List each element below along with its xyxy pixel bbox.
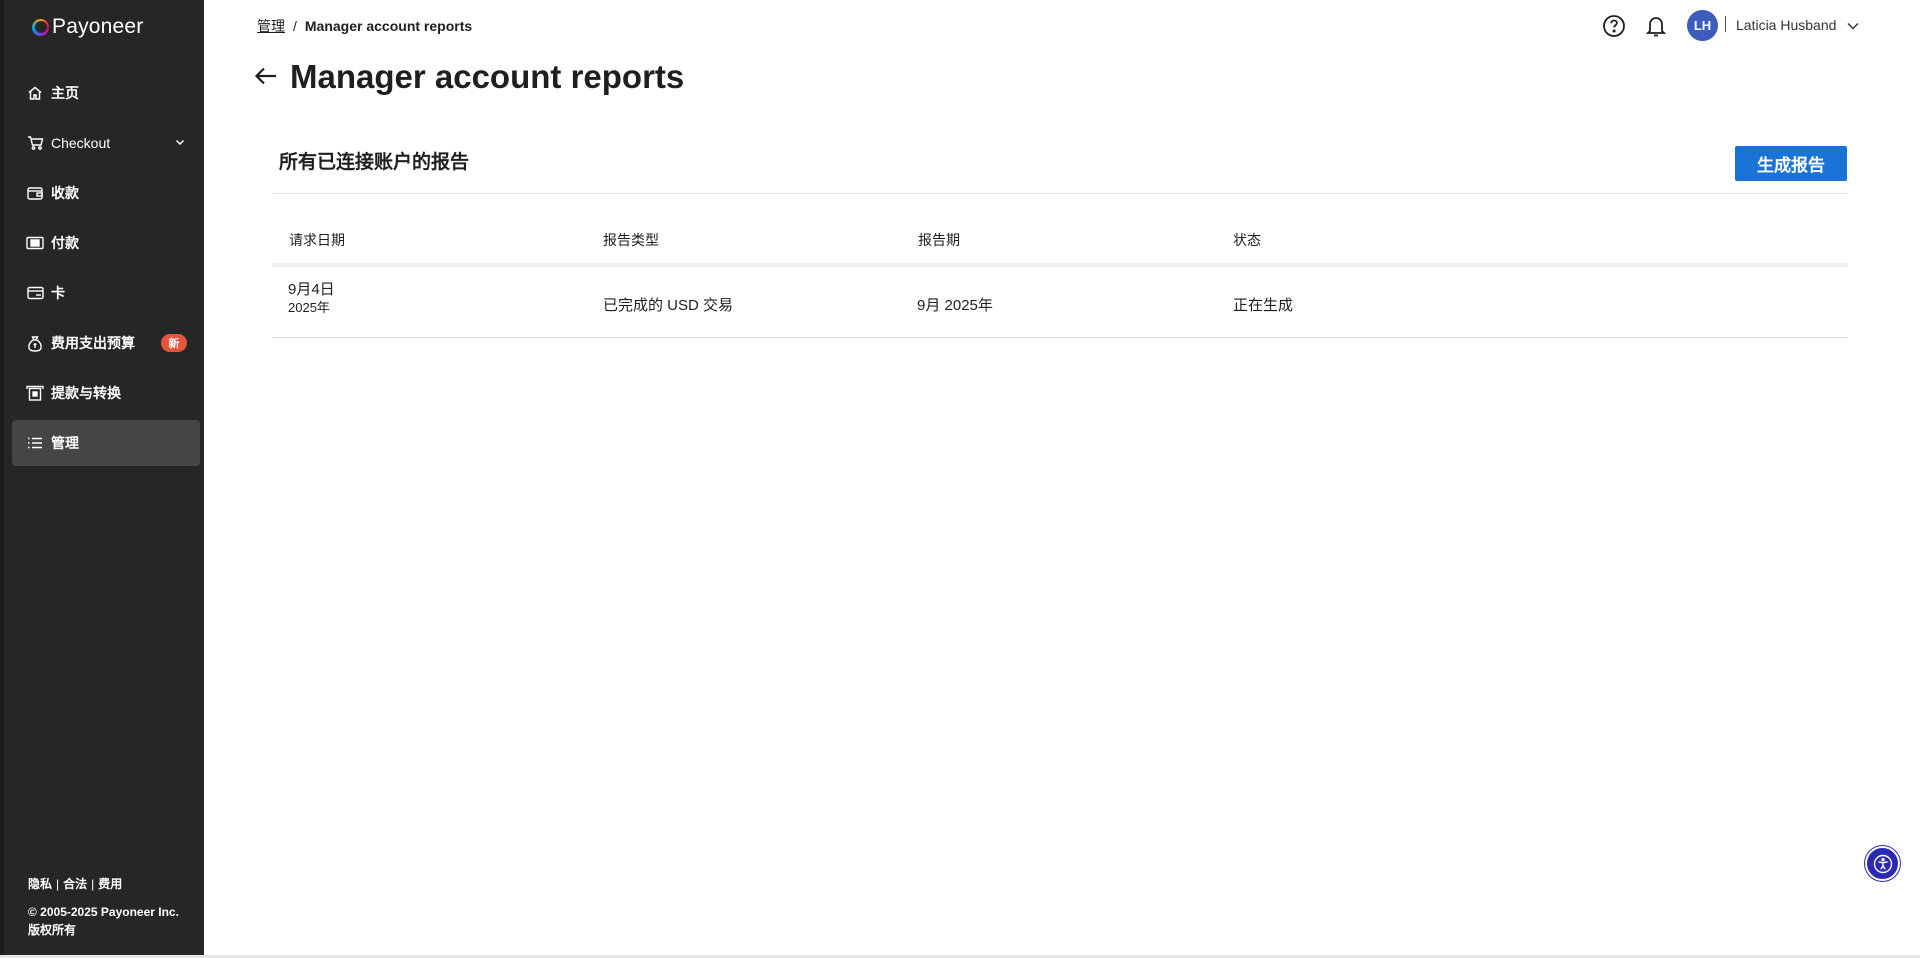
- report-type-cell: 已完成的 USD 交易: [603, 297, 734, 314]
- accessibility-button[interactable]: [1865, 846, 1900, 881]
- sidebar-item-receive[interactable]: 收款: [12, 170, 200, 216]
- wallet-icon: [26, 184, 44, 202]
- brand-name: Payoneer: [52, 15, 144, 38]
- reports-table: 请求日期 报告类型 报告期 状态 9月4日 2025年 已完成的 USD 交易 …: [272, 220, 1848, 338]
- avatar[interactable]: LH: [1687, 10, 1718, 41]
- user-separator: [1725, 16, 1726, 32]
- column-header-status: 状态: [1233, 232, 1261, 248]
- payoneer-logo[interactable]: Payoneer: [32, 15, 144, 39]
- sidebar-item-manage[interactable]: 管理: [12, 420, 200, 466]
- sidebar-item-spend-budget[interactable]: 费用支出预算 新: [12, 320, 200, 366]
- banknote-icon: [26, 234, 44, 252]
- breadcrumb: 管理 / Manager account reports: [257, 16, 472, 36]
- section-title: 所有已连接账户的报告: [279, 152, 470, 173]
- status-cell: 正在生成: [1233, 297, 1294, 314]
- sidebar-item-pay[interactable]: 付款: [12, 220, 200, 266]
- column-header-report-type: 报告类型: [603, 232, 659, 248]
- moneybag-icon: [26, 334, 44, 352]
- footer-links: 隐私 | 合法 | 费用: [28, 875, 122, 892]
- table-header: 请求日期 报告类型 报告期 状态: [272, 220, 1848, 267]
- new-badge: 新: [161, 334, 187, 352]
- sidebar-item-label: 管理: [51, 435, 79, 451]
- page-title: Manager account reports: [290, 58, 685, 95]
- request-date-cell: 9月4日 2025年: [288, 281, 335, 317]
- column-header-request-date: 请求日期: [289, 232, 345, 248]
- sidebar-item-label: 收款: [51, 185, 79, 201]
- sidebar-item-checkout[interactable]: Checkout: [12, 120, 200, 166]
- privacy-link[interactable]: 隐私: [28, 877, 52, 891]
- copyright-line: © 2005-2025 Payoneer Inc.: [28, 905, 179, 919]
- breadcrumb-separator: /: [293, 18, 297, 34]
- report-period-cell: 9月 2025年: [917, 297, 993, 314]
- request-date-day: 9月4日: [288, 281, 335, 298]
- request-date-year: 2025年: [288, 300, 330, 315]
- generate-report-button[interactable]: 生成报告: [1735, 146, 1847, 181]
- bell-icon[interactable]: [1645, 14, 1667, 43]
- section-divider: [272, 193, 1848, 194]
- card-icon: [26, 284, 44, 302]
- divider: |: [56, 877, 60, 891]
- sidebar-item-label: 卡: [51, 285, 65, 301]
- copyright: © 2005-2025 Payoneer Inc. 版权所有: [28, 903, 179, 939]
- payoneer-ring-icon: [32, 18, 49, 36]
- sidebar-item-label: 主页: [51, 85, 79, 101]
- legal-link[interactable]: 合法: [63, 877, 87, 891]
- withdraw-icon: [26, 384, 44, 402]
- chevron-down-icon[interactable]: [1846, 19, 1860, 37]
- sidebar-item-label: 提款与转换: [51, 385, 121, 401]
- user-name[interactable]: Laticia Husband: [1736, 17, 1836, 33]
- column-header-report-period: 报告期: [918, 232, 960, 248]
- sidebar-item-card[interactable]: 卡: [12, 270, 200, 316]
- sidebar-item-home[interactable]: 主页: [12, 70, 200, 116]
- sidebar-nav: 主页 Checkout 收款 付款 卡 费用支出预算 新 提款与转换 管理: [12, 70, 200, 470]
- breadcrumb-parent-link[interactable]: 管理: [257, 18, 285, 34]
- list-icon: [26, 434, 44, 452]
- help-icon[interactable]: [1602, 14, 1626, 43]
- divider: |: [91, 877, 95, 891]
- breadcrumb-current: Manager account reports: [304, 18, 473, 34]
- sidebar-item-label: Checkout: [51, 135, 111, 151]
- table-row[interactable]: 9月4日 2025年 已完成的 USD 交易 9月 2025年 正在生成: [272, 267, 1848, 338]
- copyright-line: 版权所有: [28, 923, 77, 937]
- back-arrow-icon[interactable]: [254, 66, 278, 91]
- sidebar-item-label: 付款: [51, 235, 79, 251]
- sidebar: Payoneer 主页 Checkout 收款 付款 卡 费用支出预算 新 提款…: [0, 0, 204, 955]
- chevron-down-icon[interactable]: [174, 135, 186, 151]
- cart-icon: [26, 134, 44, 152]
- fees-link[interactable]: 费用: [98, 877, 122, 891]
- sidebar-item-label: 费用支出预算: [51, 335, 135, 351]
- sidebar-item-withdraw[interactable]: 提款与转换: [12, 370, 200, 416]
- home-icon: [26, 84, 44, 102]
- accessibility-icon: [1873, 854, 1892, 873]
